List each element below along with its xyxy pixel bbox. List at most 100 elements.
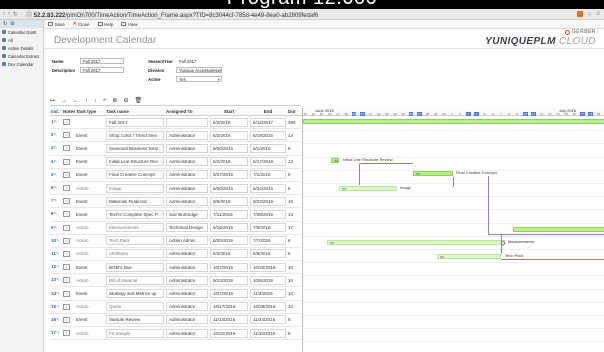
row-task-name[interactable]: Seasonal Business Strat <box>106 143 164 153</box>
view-button[interactable]: View <box>117 22 141 27</box>
move-right-icon[interactable]: → <box>61 98 67 104</box>
sidebar-item-calendar-extract[interactable]: Calendar Extract <box>0 52 43 60</box>
notes-icon[interactable]: ≡ <box>63 290 70 297</box>
sidebar-item-calendar-gantt[interactable]: Calendar Gantt <box>0 28 43 36</box>
notes-icon[interactable]: ≡ <box>63 119 70 126</box>
notes-icon[interactable]: ≡ <box>63 303 70 310</box>
table-row[interactable]: 1✎ ≡ Fall 2017 5/2/2016 6/14/2017 359 <box>50 116 302 130</box>
move-down-icon[interactable]: ↓ <box>94 98 97 104</box>
row-assigned-to[interactable]: Administrator <box>166 143 208 153</box>
table-row[interactable]: 16✎ ≡ Event Sample Review Administrator 11/14… <box>50 314 302 327</box>
edit-icon[interactable]: ✎ <box>56 330 60 335</box>
table-row[interactable]: 8✎ ≡ Event Tech's Complete Spec P Sue Burbri… <box>50 208 302 222</box>
notes-icon[interactable]: ≡ <box>63 185 70 192</box>
row-assigned-to[interactable]: Administrator <box>166 262 208 272</box>
row-assigned-to[interactable]: Administrator <box>166 196 208 206</box>
row-end[interactable]: 11/3/2016 <box>250 289 286 299</box>
row-end[interactable]: 5/19/2016 <box>250 130 286 140</box>
back-icon[interactable]: ‹ <box>3 11 5 18</box>
table-row[interactable]: 9✎ ≡ Action Measurements Technical Design 6/1… <box>50 222 302 235</box>
row-task-name[interactable]: Image <box>106 183 164 193</box>
row-end[interactable]: 7/8/2016 <box>250 223 286 233</box>
gantt-bar-measurements[interactable]: 0% <box>327 240 505 245</box>
table-row[interactable]: 10✎ ≡ Action Tech Pack Admin Admin 6/30/2016 7… <box>50 235 302 248</box>
row-assigned-to[interactable]: Admin Admin <box>166 236 208 246</box>
description-input[interactable]: Fall 2017 <box>80 67 124 73</box>
edit-icon[interactable]: ✎ <box>54 159 58 164</box>
extension-icon[interactable] <box>577 10 584 17</box>
zoom-out-icon[interactable]: ⊖ <box>123 97 128 104</box>
table-row[interactable]: 6✎ ≡ Action Image Administrator 6/20/2016 6/24… <box>50 182 302 196</box>
row-task-name[interactable]: Materials Finalized <box>106 196 164 206</box>
row-start[interactable]: 6/2/2016 <box>210 157 248 167</box>
settings-icon[interactable]: ⚙ <box>10 21 14 27</box>
row-end[interactable]: 10/20/2016 <box>250 262 286 272</box>
edit-icon[interactable]: ✎ <box>56 277 60 282</box>
row-end[interactable]: 7/7/2016 <box>250 236 286 246</box>
row-start[interactable]: 6/27/2016 <box>210 170 248 180</box>
header-assigned-to[interactable]: Assigned To <box>165 109 209 114</box>
edit-icon[interactable]: ✎ <box>56 317 60 322</box>
active-select[interactable]: Yes <box>176 76 222 82</box>
edit-icon[interactable]: ✎ <box>54 185 58 190</box>
gantt-bar-tech-pack[interactable]: 0% <box>437 254 501 259</box>
indent-icon[interactable]: ↦ <box>50 97 55 104</box>
row-start[interactable]: 10/31/2016 <box>210 328 248 338</box>
edit-icon[interactable]: ✎ <box>54 172 58 177</box>
row-assigned-to[interactable]: Technical Design <box>166 223 208 233</box>
row-task-name[interactable]: Tech Pack <box>106 236 164 246</box>
table-row[interactable]: 14✎ ≡ Event Strategy and Metrics up Administ… <box>50 287 302 301</box>
gantt-bar-image[interactable]: 0% <box>339 186 397 191</box>
row-start[interactable]: 9/23/2016 <box>210 275 248 285</box>
gantt-bar-tech-spec[interactable] <box>513 227 604 232</box>
row-start[interactable]: 10/17/2016 <box>210 302 248 312</box>
table-row[interactable]: 11✎ ≡ Action Attributes Administrator 6/2/201… <box>50 248 302 262</box>
save-button[interactable]: Save <box>44 22 69 27</box>
notes-icon[interactable]: ≡ <box>63 264 70 271</box>
move-left-icon[interactable]: ← <box>73 98 79 104</box>
row-task-name[interactable]: Measurements <box>106 223 164 233</box>
row-task-name[interactable]: Attributes <box>106 249 164 259</box>
row-task-name[interactable]: Shop Color / Trend Serv <box>106 130 164 140</box>
edit-icon[interactable]: ✎ <box>56 264 60 269</box>
table-row[interactable]: 12✎ ≡ Event BOM's Due Administrator 10/7/2016… <box>50 261 302 275</box>
row-end[interactable]: 11/10/2016 <box>250 328 286 338</box>
delete-icon[interactable]: 🗑 <box>134 97 142 104</box>
division-select[interactable]: Yunique Accessories, Inc <box>176 67 222 73</box>
edit-icon[interactable]: ✎ <box>54 132 58 137</box>
row-start[interactable]: 7/11/2016 <box>210 209 248 219</box>
row-task-name[interactable]: Bill of Material <box>106 275 164 285</box>
row-task-name[interactable]: Strategy and Metrics up <box>106 289 164 299</box>
header-task-type[interactable]: Task type <box>75 109 105 114</box>
row-assigned-to[interactable]: Administrator <box>166 315 208 325</box>
sidebar-item-all[interactable]: All <box>0 36 43 44</box>
row-task-name[interactable]: Final Creative Concept <box>106 170 164 180</box>
row-end[interactable]: 6/17/2016 <box>250 157 286 167</box>
notes-icon[interactable]: ≡ <box>63 277 70 284</box>
table-row[interactable]: 4✎ ≡ Event Initial Line Structure Rev Admini… <box>50 156 302 169</box>
table-row[interactable]: 13✎ ≡ Action Bill of Material Administrator 9… <box>50 274 302 288</box>
row-task-name[interactable]: BOM's Due <box>106 262 164 272</box>
edit-icon[interactable]: ✎ <box>56 251 60 256</box>
row-assigned-to[interactable]: Administrator <box>166 157 208 167</box>
row-start[interactable]: 10/7/2016 <box>210 289 248 299</box>
refresh-icon[interactable]: ↻ <box>3 21 7 27</box>
menu-icon[interactable]: ≡ <box>596 11 600 18</box>
edit-icon[interactable]: ✎ <box>54 119 58 124</box>
table-row[interactable]: 3✎ ≡ Event Seasonal Business Strat Administr… <box>50 142 302 156</box>
row-end[interactable]: 6/14/2017 <box>250 117 286 127</box>
edit-icon[interactable]: ✎ <box>54 211 58 216</box>
reload-icon[interactable]: ↻ <box>13 11 18 18</box>
row-end[interactable]: 6/1/2016 <box>250 143 286 153</box>
row-task-name[interactable]: Sample Review <box>106 315 164 325</box>
edit-icon[interactable]: ✎ <box>56 304 60 309</box>
notes-icon[interactable]: ≡ <box>63 237 70 244</box>
notes-icon[interactable]: ≡ <box>63 171 70 178</box>
edit-icon[interactable]: ✎ <box>54 225 58 230</box>
row-end[interactable]: 9/22/2016 <box>250 196 286 206</box>
row-end[interactable]: 10/28/2016 <box>250 302 286 312</box>
table-row[interactable]: 2✎ ≡ Event Shop Color / Trend Serv Administr… <box>50 129 302 143</box>
close-button[interactable]: ✕ Close <box>69 21 94 27</box>
header-end[interactable]: End <box>249 109 287 114</box>
table-row[interactable]: 7✎ ≡ Event Materials Finalized Administrator… <box>50 195 302 209</box>
